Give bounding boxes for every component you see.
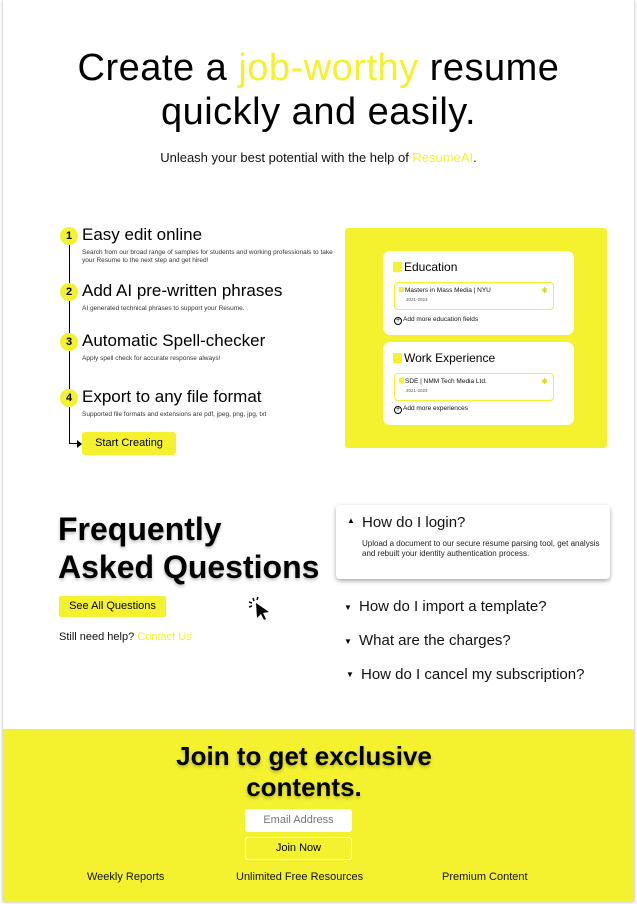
chevron-down-icon[interactable]: ▼ <box>344 603 352 612</box>
hero-title-highlight: job-worthy <box>238 47 419 89</box>
work-entry-date: 2021-2023 <box>406 388 428 393</box>
resume-preview-panel: Education Masters in Mass Media | NYU 20… <box>345 228 607 448</box>
chevron-down-icon[interactable]: ▼ <box>346 670 354 679</box>
education-title-text: Education <box>404 260 458 274</box>
hero-title-post: resume <box>418 47 560 89</box>
page-frame: Create a job-worthy resume quickly and e… <box>3 0 634 902</box>
education-card: Education Masters in Mass Media | NYU 20… <box>383 251 574 335</box>
step-number: 3 <box>60 333 78 351</box>
document-icon <box>393 353 402 363</box>
cursor-click-icon <box>248 596 269 620</box>
newsletter-footer: Join to get exclusive contents. Join Now… <box>3 729 634 902</box>
add-experience-button[interactable]: + Add more experiences <box>394 405 468 414</box>
faq-answer: Upload a document to our secure resume p… <box>362 539 600 558</box>
education-entry-text: Masters in Mass Media | NYU <box>405 287 491 294</box>
star-icon[interactable]: ✱ <box>541 377 548 386</box>
email-field[interactable] <box>245 809 352 832</box>
step-title: Automatic Spell-checker <box>82 331 266 350</box>
step-description: AI generated technical phrases to suppor… <box>82 305 245 312</box>
faq-question[interactable]: How do I login? <box>362 514 465 531</box>
faq-title-line2: Asked Questions <box>58 549 320 585</box>
star-icon[interactable]: ✱ <box>541 286 548 295</box>
add-experience-label: Add more experiences <box>403 405 469 412</box>
add-education-button[interactable]: + Add more education fields <box>394 316 478 325</box>
step-number: 1 <box>60 227 78 245</box>
faq-item-expanded[interactable]: ▲ How do I login? Upload a document to o… <box>336 505 610 579</box>
faq-title-line1: Frequently <box>58 511 222 547</box>
step-number: 2 <box>60 283 78 301</box>
hero-title-line2: quickly and easily. <box>160 91 477 133</box>
feature-premium-content: Premium Content <box>442 871 528 883</box>
step-title: Export to any file format <box>82 387 262 406</box>
hero-subtitle-post: . <box>473 150 477 165</box>
education-entry-title: Masters in Mass Media | NYU <box>399 287 491 294</box>
faq-question[interactable]: What are the charges? <box>359 632 511 649</box>
brand-link[interactable]: ResumeAI <box>412 150 473 165</box>
document-icon <box>393 262 402 272</box>
step-description: Search from our broad range of samples f… <box>82 249 333 264</box>
faq-title: Frequently Asked Questions <box>58 510 319 586</box>
step-title: Easy edit online <box>82 225 203 244</box>
work-entry[interactable]: SDE | NMM Tech Media Ltd. 2021-2023 ✱ <box>394 373 554 401</box>
feature-unlimited-resources: Unlimited Free Resources <box>236 871 364 883</box>
faq-question[interactable]: How do I cancel my subscription? <box>361 666 584 683</box>
education-card-title: Education <box>393 260 457 274</box>
work-card-title: Work Experience <box>393 351 495 365</box>
see-all-questions-button[interactable]: See All Questions <box>59 596 166 617</box>
work-entry-title: SDE | NMM Tech Media Ltd. <box>399 378 487 385</box>
document-icon <box>399 378 404 383</box>
start-creating-button[interactable]: Start Creating <box>82 432 176 455</box>
document-icon <box>399 287 404 292</box>
hero-subtitle: Unleash your best potential with the hel… <box>3 150 634 165</box>
step-description: Supported file formats and extensions ar… <box>82 411 267 418</box>
step-number: 4 <box>60 389 78 407</box>
feature-steps: 1 Easy edit online Search from our broad… <box>57 224 347 464</box>
education-entry-date: 2021-2023 <box>406 297 428 302</box>
feature-weekly-reports: Weekly Reports <box>87 871 165 883</box>
work-entry-text: SDE | NMM Tech Media Ltd. <box>405 378 487 385</box>
chevron-down-icon[interactable]: ▼ <box>344 637 352 646</box>
hero-title: Create a job-worthy resume quickly and e… <box>3 46 634 134</box>
work-title-text: Work Experience <box>404 351 496 365</box>
chevron-up-icon[interactable]: ▲ <box>347 516 355 525</box>
plus-circle-icon: + <box>394 317 402 325</box>
join-title: Join to get exclusive contents. <box>3 741 605 803</box>
step-description: Apply spell check for accurate response … <box>82 355 221 362</box>
hero-subtitle-pre: Unleash your best potential with the hel… <box>160 150 413 165</box>
faq-question[interactable]: How do I import a template? <box>359 598 547 615</box>
help-text: Still need help? Contact Us <box>59 631 192 643</box>
plus-circle-icon: + <box>394 406 402 414</box>
help-text-label: Still need help? <box>59 631 138 643</box>
join-title-line1: Join to get exclusive <box>176 741 432 771</box>
step-title: Add AI pre-written phrases <box>82 281 283 300</box>
hero-title-pre: Create a <box>77 47 239 89</box>
education-entry[interactable]: Masters in Mass Media | NYU 2021-2023 ✱ <box>394 282 554 310</box>
join-now-button[interactable]: Join Now <box>245 837 352 860</box>
join-title-line2: contents. <box>246 772 362 802</box>
work-card: Work Experience SDE | NMM Tech Media Ltd… <box>383 342 574 425</box>
add-education-label: Add more education fields <box>403 316 479 323</box>
contact-us-link[interactable]: Contact Us <box>137 631 191 643</box>
